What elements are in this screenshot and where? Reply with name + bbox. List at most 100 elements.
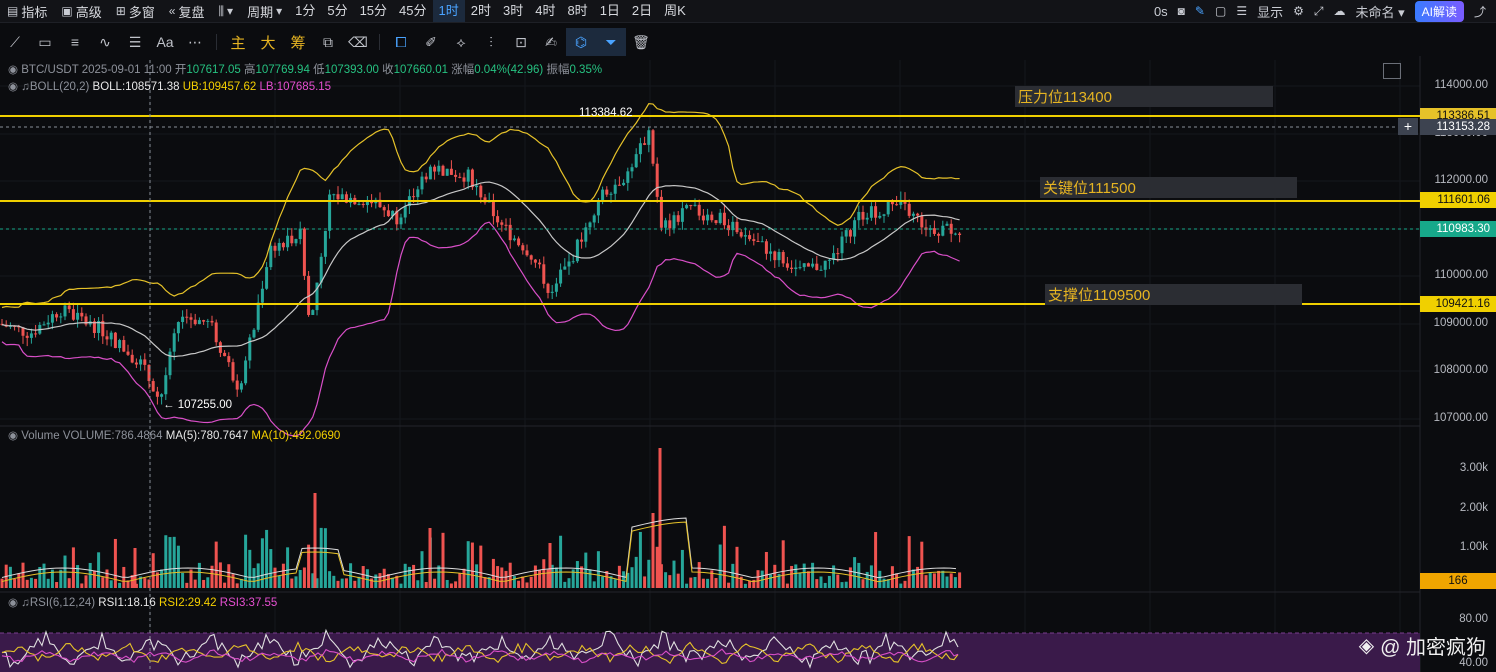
candle-body xyxy=(210,320,214,323)
volume-bar xyxy=(441,532,445,588)
candle-body xyxy=(151,381,155,392)
candle-body xyxy=(958,233,962,235)
candle-body xyxy=(617,184,621,186)
candle-body xyxy=(109,332,113,340)
candle-body xyxy=(399,217,403,225)
volume-bar xyxy=(504,570,508,588)
candle-body xyxy=(882,214,886,216)
volume-bar xyxy=(945,576,949,588)
candle-body xyxy=(155,391,159,397)
volume-bar xyxy=(235,583,239,588)
volume-bar xyxy=(563,581,567,588)
candle-body xyxy=(239,383,243,390)
candle-body xyxy=(672,215,676,229)
candle-body xyxy=(840,236,844,254)
candle-body xyxy=(504,224,508,226)
eye-icon[interactable]: ◉ xyxy=(8,430,18,442)
candle-body xyxy=(143,359,147,365)
high-annotation: 113384.62 xyxy=(579,107,633,119)
volume-bar xyxy=(538,570,542,588)
volume-bar xyxy=(857,562,861,588)
volume-bar xyxy=(88,562,92,588)
eye-icon[interactable]: ◉ xyxy=(8,64,18,76)
volume-bar xyxy=(903,580,907,588)
volume-bar xyxy=(878,570,882,588)
volume-bar xyxy=(470,542,474,588)
watermark: ◈ @ 加密疯狗 xyxy=(1359,631,1486,660)
candle-body xyxy=(403,206,407,218)
volume-bar xyxy=(386,574,390,588)
candle-body xyxy=(332,194,336,196)
candle-body xyxy=(764,241,768,254)
volume-bar xyxy=(336,580,340,588)
candle-body xyxy=(139,359,143,365)
volume-bar xyxy=(911,569,915,588)
volume-bar xyxy=(313,493,317,588)
volume-bar xyxy=(785,583,789,588)
volume-bar xyxy=(655,546,659,588)
volume-bar xyxy=(932,573,936,588)
price-axis-label: 109000.00 xyxy=(1433,317,1488,329)
volume-bar xyxy=(924,575,928,588)
volume-bar xyxy=(277,575,281,588)
resistance-zone-label[interactable]: 压力位113400 xyxy=(1015,86,1273,107)
low-label: 低 xyxy=(313,64,325,76)
volume-bar xyxy=(920,541,924,588)
volume-bar xyxy=(798,572,802,588)
eye-icon[interactable]: ◉ xyxy=(8,597,18,609)
volume-bar xyxy=(160,569,164,588)
volume-axis-label: 1.00k xyxy=(1459,541,1488,553)
candle-body xyxy=(76,312,80,320)
candle-body xyxy=(781,252,785,264)
candle-body xyxy=(105,336,109,340)
candle-body xyxy=(206,320,210,322)
price-axis[interactable]: 114000.00113000.00112000.00111000.001100… xyxy=(1420,0,1496,672)
candle-body xyxy=(256,302,260,330)
candle-body xyxy=(752,239,756,241)
volume-bar xyxy=(819,576,823,588)
candle-body xyxy=(59,316,63,318)
bell-icon[interactable]: ♫ xyxy=(21,597,30,609)
amplitude-value: 0.35% xyxy=(569,64,603,76)
volume-bar xyxy=(109,580,113,588)
volume-bar xyxy=(668,575,672,588)
volume-bar xyxy=(882,578,886,588)
candle-body xyxy=(42,324,46,326)
candle-body xyxy=(630,167,634,172)
candle-body xyxy=(231,362,235,381)
candle-body xyxy=(172,333,176,352)
volume-bar xyxy=(462,568,466,588)
candle-body xyxy=(244,360,248,384)
price-tag-last: 110983.30 xyxy=(1420,221,1496,237)
volume-bar xyxy=(827,575,831,588)
candle-body xyxy=(34,333,38,335)
volume-bar xyxy=(133,548,137,588)
candle-body xyxy=(525,250,529,256)
candle-body xyxy=(748,235,752,240)
bell-icon[interactable]: ♫ xyxy=(21,81,30,93)
volume-bar xyxy=(554,567,558,588)
volume-bar xyxy=(42,563,46,588)
candle-body xyxy=(470,169,474,188)
candle-body xyxy=(601,189,605,202)
maximize-pane-icon[interactable] xyxy=(1383,63,1401,79)
eye-icon[interactable]: ◉ xyxy=(8,81,18,93)
key-level-zone-label[interactable]: 关键位111500 xyxy=(1040,177,1297,198)
volume-bar xyxy=(953,577,957,588)
volume-bar xyxy=(548,543,552,588)
volume-bar xyxy=(928,572,932,588)
candle-body xyxy=(55,314,59,318)
volume-bar xyxy=(80,583,84,588)
volume-bar xyxy=(483,577,487,588)
volume-bar xyxy=(559,535,563,588)
support-zone-label[interactable]: 支撑位1109500 xyxy=(1045,284,1302,305)
volume-bar xyxy=(840,582,844,588)
volume-bar xyxy=(651,513,655,588)
candle-body xyxy=(197,320,201,325)
volume-bar xyxy=(328,571,332,588)
add-alert-icon[interactable]: + xyxy=(1398,118,1418,135)
volume-bar xyxy=(344,578,348,588)
candle-body xyxy=(50,314,54,323)
candle-body xyxy=(714,220,718,224)
candle-body xyxy=(181,316,185,323)
